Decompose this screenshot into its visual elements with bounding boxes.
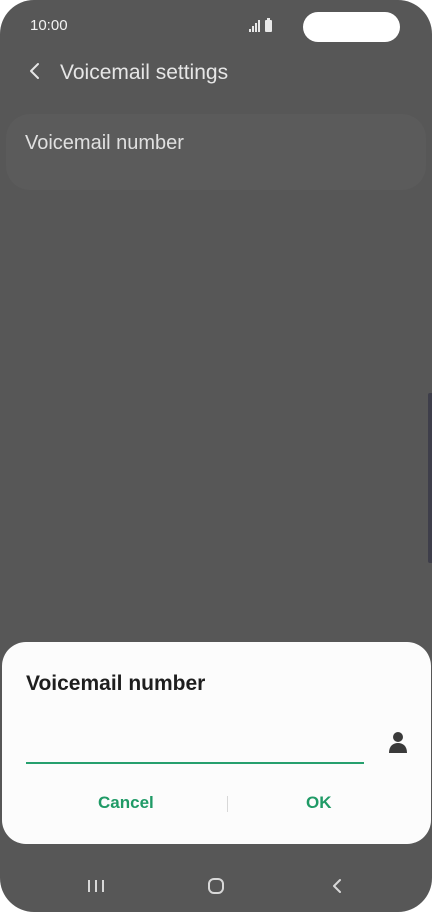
settings-item-label: Voicemail number [25, 132, 184, 154]
status-time: 10:00 [30, 17, 68, 34]
chevron-left-icon[interactable] [24, 60, 46, 82]
app-header: Voicemail settings [0, 52, 432, 94]
ok-button[interactable]: OK [296, 786, 342, 820]
page-title: Voicemail settings [60, 61, 229, 84]
dialog-buttons: Cancel OK [2, 786, 431, 820]
dialog-title: Voicemail number [26, 672, 206, 695]
button-divider [227, 796, 228, 812]
phone-screen: 10:00 Voicemail settings Voicemail numbe… [0, 0, 432, 912]
home-icon[interactable] [204, 876, 228, 896]
signal-icon [249, 20, 260, 32]
navigation-bar [0, 856, 432, 912]
edge-panel-handle[interactable] [428, 393, 432, 563]
voicemail-number-input[interactable] [26, 730, 364, 764]
back-icon[interactable] [326, 876, 350, 896]
voicemail-number-dialog: Voicemail number Cancel OK [2, 642, 431, 844]
battery-icon [265, 18, 272, 32]
settings-card: Voicemail number [6, 114, 426, 190]
cancel-button[interactable]: Cancel [88, 786, 164, 820]
recents-icon[interactable] [84, 876, 108, 896]
settings-item-voicemail-number[interactable]: Voicemail number [6, 114, 426, 190]
status-bar: 10:00 [0, 0, 432, 52]
person-icon[interactable] [388, 731, 408, 753]
status-icons [249, 18, 272, 32]
camera-cutout [303, 12, 400, 42]
